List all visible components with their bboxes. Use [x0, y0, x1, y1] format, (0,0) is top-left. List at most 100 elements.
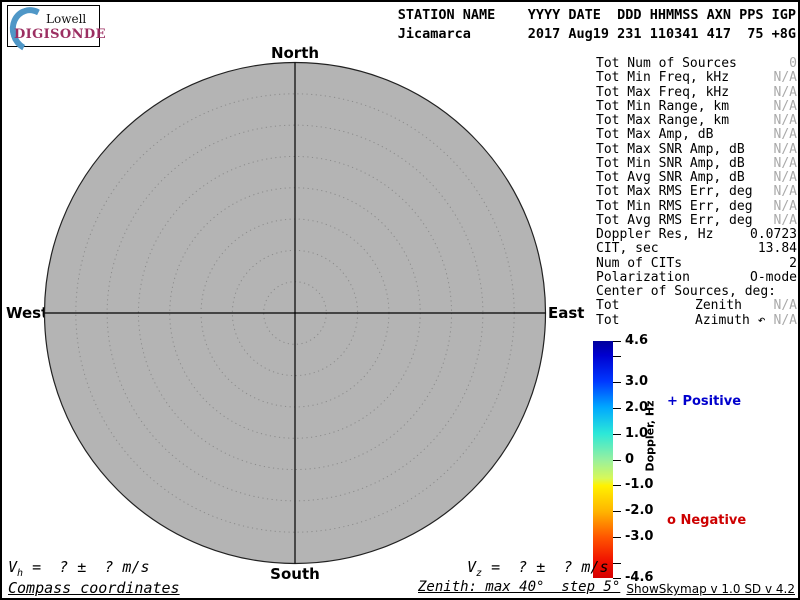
compass-label-east: East: [548, 304, 584, 322]
colorbar-tick-label: 1.0: [625, 426, 648, 442]
stats-value: N/A: [774, 157, 797, 171]
stats-label: Tot Max SNR Amp, dB: [596, 143, 745, 157]
colorbar-tick: [613, 578, 621, 579]
colorbar-tick: [613, 537, 621, 538]
stats-label: Tot Avg RMS Err, deg: [596, 214, 753, 228]
showskymap-window: Lowell DIGISONDE STATION NAME YYYY DATE …: [0, 0, 800, 600]
stats-value: 0.0723: [750, 228, 797, 242]
vz-symbol: V: [467, 558, 476, 576]
logo-lowell-text: Lowell: [46, 12, 86, 26]
negative-marker-legend: o Negative: [667, 513, 746, 528]
colorbar-tick: [613, 485, 621, 486]
colorbar-tick-label: -4.6: [625, 570, 653, 586]
stats-row: Center of Sources, deg:: [596, 285, 797, 299]
stats-row: Polarization O-mode: [596, 271, 797, 285]
negative-label: Negative: [680, 513, 746, 528]
stats-label: Tot Min RMS Err, deg: [596, 200, 753, 214]
stats-value: O-mode: [750, 271, 797, 285]
doppler-colorbar: [593, 341, 613, 578]
lowell-digisonde-logo: Lowell DIGISONDE: [7, 5, 100, 47]
stats-value: N/A: [774, 128, 797, 142]
stats-value: N/A: [774, 86, 797, 100]
stats-row: Tot Min SNR Amp, dB N/A: [596, 157, 797, 171]
stats-label: Tot Max Range, km: [596, 114, 729, 128]
stats-row: Tot Max Freq, kHz N/A: [596, 86, 797, 100]
stats-label: Tot Min Freq, kHz: [596, 71, 729, 85]
stats-row: Tot Max Range, km N/A: [596, 114, 797, 128]
colorbar-tick: [613, 511, 621, 512]
vh-symbol: V: [8, 558, 17, 576]
stats-value: N/A: [774, 114, 797, 128]
plus-marker-icon: +: [667, 394, 678, 409]
header-column-titles: STATION NAME YYYY DATE DDD HHMMSS AXN PP…: [398, 7, 796, 23]
logo-digisonde-text: DIGISONDE: [14, 27, 106, 42]
stats-row: CIT, sec 13.84: [596, 242, 797, 256]
positive-label: Positive: [682, 394, 741, 409]
vh-value: = ? ± ? m/s: [23, 558, 149, 576]
stats-panel: Tot Num of Sources0Tot Min Freq, kHzN/AT…: [596, 57, 797, 328]
stats-label: Tot Num of Sources: [596, 57, 737, 71]
stats-value: 13.84: [758, 242, 797, 256]
stats-mid-label: Azimuth ↶: [695, 314, 765, 328]
stats-row: Tot Zenith N/A: [596, 299, 797, 313]
stats-value: N/A: [774, 185, 797, 199]
stats-label: Tot Max Freq, kHz: [596, 86, 729, 100]
stats-label: Num of CITs: [596, 257, 682, 271]
colorbar-tick-label: 0: [625, 452, 634, 468]
stats-label: Tot Min Range, km: [596, 100, 729, 114]
zenith-range-note: Zenith: max 40° step 5°: [418, 579, 620, 595]
stats-label: Tot: [596, 299, 619, 313]
stats-label: Polarization: [596, 271, 690, 285]
stats-row: Tot Max RMS Err, deg N/A: [596, 185, 797, 199]
stats-value: N/A: [774, 71, 797, 85]
stats-label: CIT, sec: [596, 242, 659, 256]
colorbar-tick-label: -1.0: [625, 477, 653, 493]
stats-label: Tot Min SNR Amp, dB: [596, 157, 745, 171]
colorbar-tick: [613, 434, 621, 435]
coordinate-system-note: Compass coordinates: [8, 579, 180, 597]
stats-row: Doppler Res, Hz 0.0723: [596, 228, 797, 242]
stats-row: Tot Azimuth ↶ N/A: [596, 314, 797, 328]
circle-marker-icon: o: [667, 513, 676, 528]
colorbar-tick: [613, 563, 621, 564]
stats-row: Tot Min Range, km N/A: [596, 100, 797, 114]
colorbar-tick-label: -3.0: [625, 529, 653, 545]
stats-row: Tot Num of Sources0: [596, 57, 797, 71]
colorbar-tick-label: 2.0: [625, 400, 648, 416]
horizontal-velocity-readout: Vh = ? ± ? m/s: [8, 558, 150, 579]
stats-value: N/A: [774, 200, 797, 214]
stats-row: Tot Max SNR Amp, dB N/A: [596, 143, 797, 157]
stats-row: Num of CITs 2: [596, 257, 797, 271]
stats-value: 2: [789, 257, 797, 271]
stats-value: N/A: [774, 214, 797, 228]
stats-value: N/A: [774, 299, 797, 313]
stats-value: N/A: [774, 143, 797, 157]
stats-row: Tot Min Freq, kHz N/A: [596, 71, 797, 85]
colorbar-tick-label: 4.6: [625, 333, 648, 349]
stats-row: Tot Max Amp, dB N/A: [596, 128, 797, 142]
stats-row: Tot Min RMS Err, deg N/A: [596, 200, 797, 214]
stats-row: Tot Avg SNR Amp, dBN/A: [596, 171, 797, 185]
compass-label-west: West: [6, 304, 42, 322]
vertical-velocity-readout: Vz = ? ± ? m/s: [467, 558, 609, 579]
colorbar-tick: [613, 356, 621, 357]
header-station-values: Jicamarca 2017 Aug19 231 110341 417 75 +…: [398, 26, 796, 42]
colorbar-tick: [613, 382, 621, 383]
colorbar-tick: [613, 341, 621, 342]
skymap-polar-plot: [43, 61, 547, 565]
stats-value: N/A: [774, 171, 797, 185]
stats-label: Tot: [596, 314, 619, 328]
stats-label: Tot Max RMS Err, deg: [596, 185, 753, 199]
stats-value: N/A: [774, 100, 797, 114]
colorbar-tick-label: 3.0: [625, 374, 648, 390]
stats-value: N/A: [774, 314, 797, 328]
positive-marker-legend: + Positive: [667, 394, 741, 409]
compass-label-south: South: [245, 565, 345, 583]
stats-mid-label: Zenith: [695, 299, 742, 313]
stats-label: Doppler Res, Hz: [596, 228, 713, 242]
colorbar-tick: [613, 408, 621, 409]
colorbar-tick: [613, 460, 621, 461]
stats-label: Center of Sources, deg:: [596, 285, 776, 299]
stats-row: Tot Avg RMS Err, deg N/A: [596, 214, 797, 228]
stats-label: Tot Max Amp, dB: [596, 128, 713, 142]
